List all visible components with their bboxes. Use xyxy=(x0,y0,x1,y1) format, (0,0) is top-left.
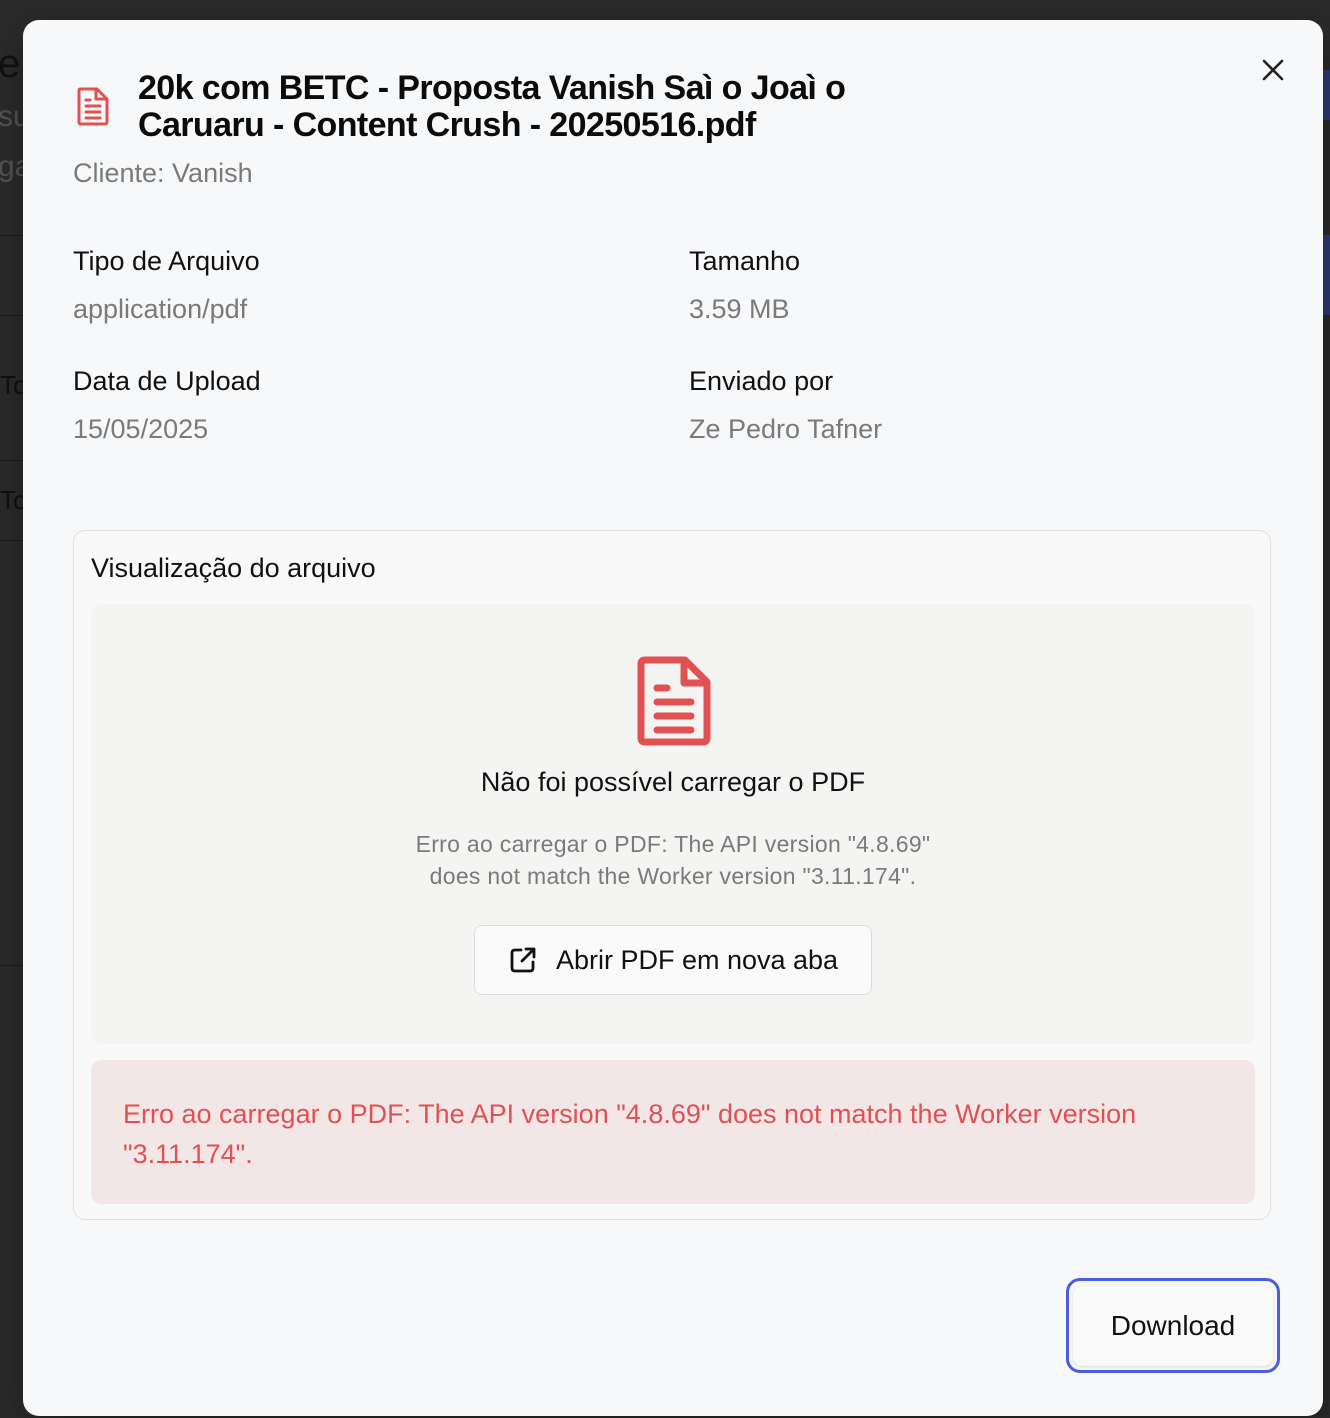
file-type-value: application/pdf xyxy=(73,294,248,324)
bg-divider xyxy=(0,315,24,316)
modal-title: 20k com BETC - Proposta Vanish Saì o Joa… xyxy=(138,69,846,144)
bg-text-fragment: e xyxy=(0,42,21,86)
bg-accent xyxy=(1322,235,1330,315)
download-button[interactable]: Download xyxy=(1066,1278,1280,1373)
upload-date-label: Data de Upload xyxy=(73,366,261,396)
client-subtitle: Cliente: Vanish xyxy=(73,158,253,188)
close-icon xyxy=(1262,59,1284,81)
external-link-icon xyxy=(508,945,538,975)
bg-divider xyxy=(0,540,24,541)
upload-date-value: 15/05/2025 xyxy=(73,414,209,444)
size-value: 3.59 MB xyxy=(689,294,790,324)
file-text-icon xyxy=(77,87,109,126)
pdf-error-detail: Erro ao carregar o PDF: The API version … xyxy=(415,831,931,889)
preview-area: Não foi possível carregar o PDF Erro ao … xyxy=(91,604,1255,1044)
open-pdf-new-tab-button[interactable]: Abrir PDF em nova aba xyxy=(474,925,872,995)
uploaded-by-value: Ze Pedro Tafner xyxy=(689,414,883,444)
download-button-label: Download xyxy=(1073,1285,1273,1366)
preview-title: Visualização do arquivo xyxy=(91,553,376,583)
bg-divider xyxy=(0,460,24,461)
file-preview-card: Visualização do arquivo Não foi possível… xyxy=(73,530,1271,1220)
bg-divider xyxy=(0,965,24,966)
bg-divider xyxy=(0,235,24,236)
file-details-modal: 20k com BETC - Proposta Vanish Saì o Joa… xyxy=(23,20,1323,1416)
bg-accent xyxy=(1322,70,1330,120)
size-label: Tamanho xyxy=(689,246,801,276)
file-text-icon xyxy=(637,656,711,746)
file-type-label: Tipo de Arquivo xyxy=(73,246,260,276)
uploaded-by-label: Enviado por xyxy=(689,366,834,396)
open-pdf-button-label: Abrir PDF em nova aba xyxy=(555,944,839,975)
pdf-load-failed-message: Não foi possível carregar o PDF xyxy=(480,767,866,797)
error-alert-banner: Erro ao carregar o PDF: The API version … xyxy=(91,1060,1255,1204)
close-button[interactable] xyxy=(1257,54,1289,86)
